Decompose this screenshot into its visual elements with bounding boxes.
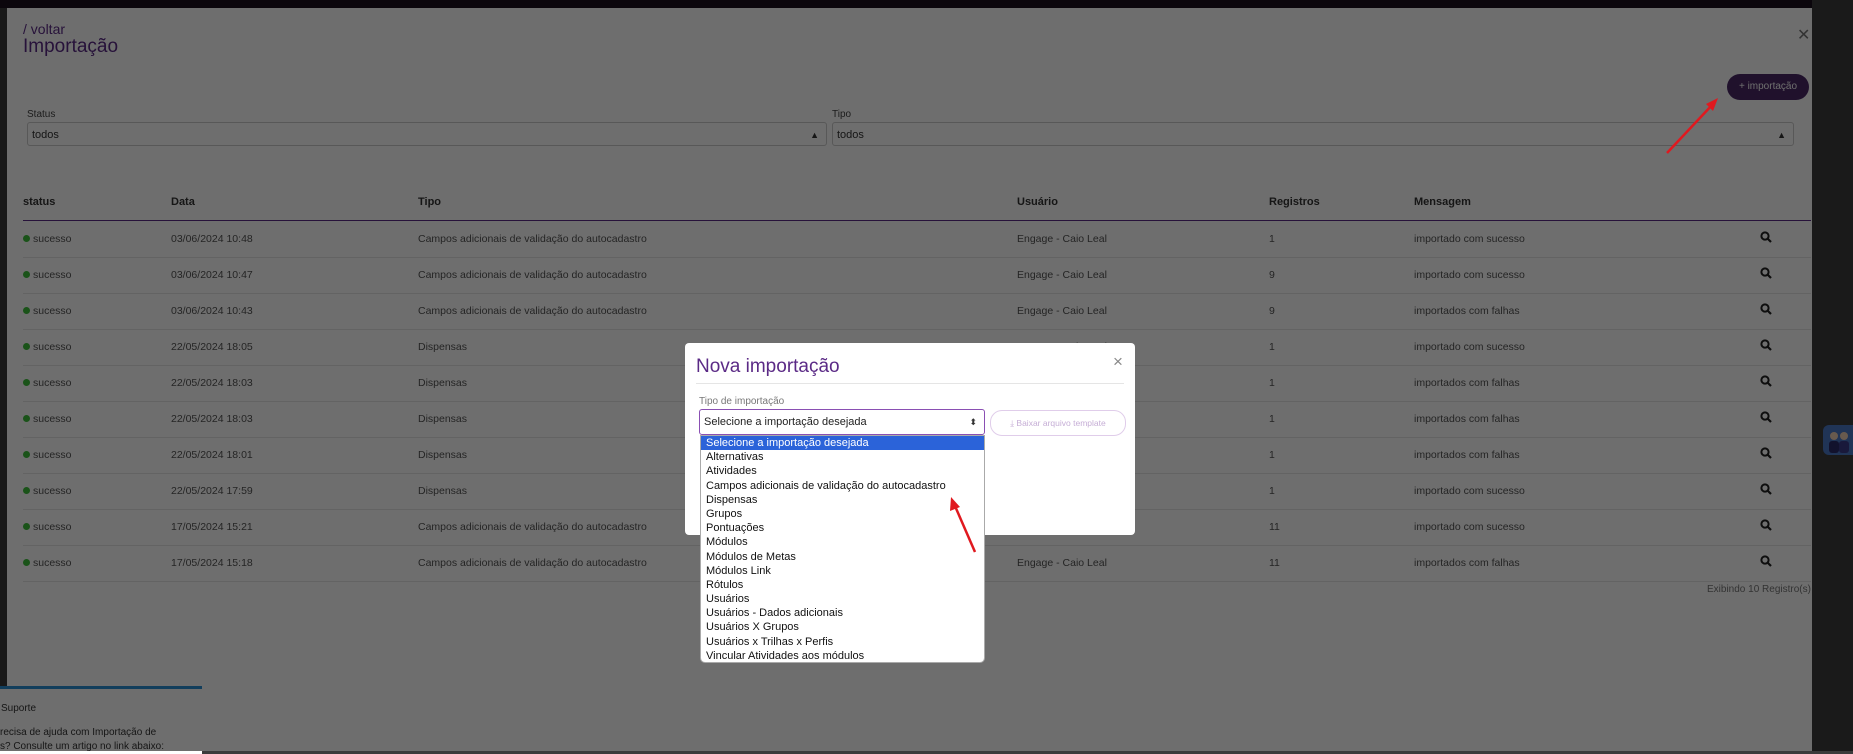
arrow-line-top [1666,103,1714,154]
arrow-line-bottom [953,505,977,553]
annotation-arrows [950,98,1718,553]
arrow-head-bottom [950,497,960,511]
